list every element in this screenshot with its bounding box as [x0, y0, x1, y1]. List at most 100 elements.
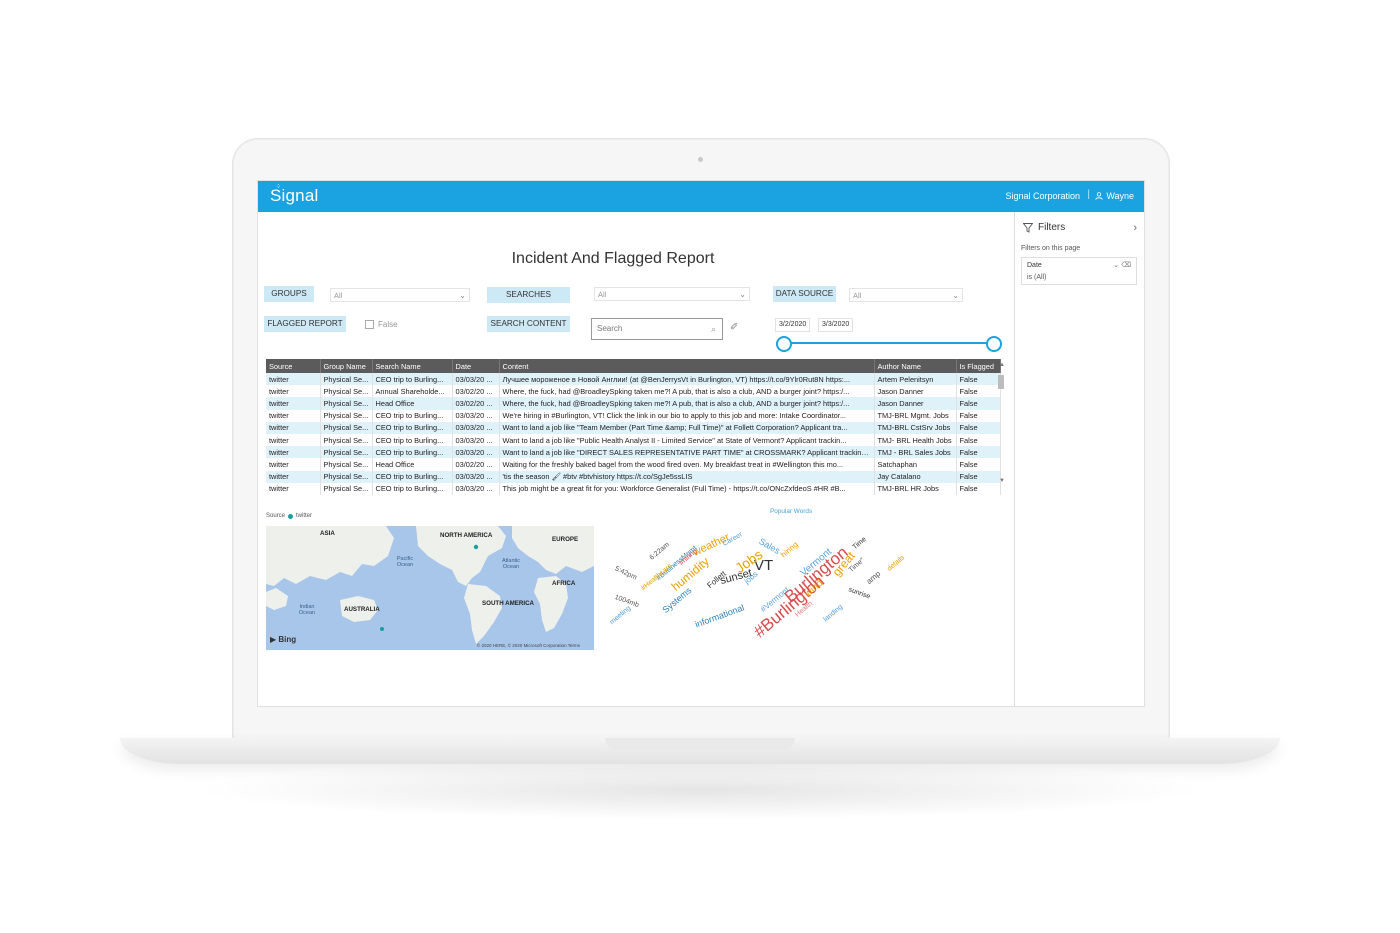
word-cloud-word[interactable]: amp [865, 569, 883, 586]
column-header-author-name[interactable]: Author Name [874, 359, 957, 373]
legend-dot [288, 513, 294, 519]
table-cell: False [956, 409, 1001, 422]
word-cloud-word[interactable]: 6:22am [648, 541, 670, 561]
map-label-pacific: Pacific Ocean [396, 556, 414, 568]
data-source-dropdown[interactable]: All ⌄ [849, 288, 963, 302]
table-row[interactable]: twitter Physical Se... CEO trip to Burling… [266, 446, 1001, 459]
table-row[interactable]: twitter Physical Se... CEO trip to Burling… [266, 373, 1001, 386]
collapse-pane-icon[interactable]: › [1133, 222, 1137, 234]
signal-logo[interactable]: ·:· Signal [270, 183, 318, 206]
map-legend-title: Source [266, 513, 286, 519]
date-slider-start-handle[interactable] [776, 336, 792, 352]
map-legend-item[interactable]: twitter [296, 513, 312, 519]
search-placeholder: Search [597, 324, 623, 333]
word-cloud-word[interactable]: Time [852, 536, 868, 551]
filters-subtitle: Filters on this page [1021, 245, 1081, 252]
table-cell: CEO trip to Burling... [372, 421, 453, 434]
column-header-date[interactable]: Date [452, 359, 500, 373]
filter-funnel-icon [1023, 222, 1033, 233]
table-cell: CEO trip to Burling... [372, 433, 453, 447]
filter-value: is (All) [1027, 274, 1047, 281]
table-cell: False [956, 385, 1001, 398]
table-cell: Satchaphan [874, 458, 957, 471]
table-cell: Physical Se... [320, 421, 373, 434]
incident-table: Source Group Name Search Name Date Conte… [266, 359, 1001, 495]
table-row[interactable]: twitter Physical Se... CEO trip to Burling… [266, 470, 1001, 483]
scroll-up-icon[interactable]: ▲ [999, 362, 1005, 368]
column-header-search-name[interactable]: Search Name [372, 359, 453, 373]
table-row[interactable]: twitter Physical Se... CEO trip to Burling… [266, 409, 1001, 422]
table-cell: TMJ- BRL Health Jobs [874, 433, 957, 447]
table-cell: Physical Se... [320, 482, 373, 495]
table-cell: 03/02/20 ... [452, 385, 500, 398]
search-icon[interactable]: ⌕ [711, 319, 716, 339]
table-row[interactable]: twitter Physical Se... Head Office 03/02/20… [266, 458, 1001, 471]
date-start-input[interactable]: 3/2/2020 [775, 318, 811, 332]
table-cell: TMJ - BRL Sales Jobs [874, 446, 957, 459]
scroll-down-icon[interactable]: ▼ [999, 478, 1005, 484]
table-row[interactable]: twitter Physical Se... CEO trip to Burling… [266, 482, 1001, 495]
word-cloud-word[interactable]: details [886, 554, 906, 572]
filters-header: Filters [1023, 222, 1065, 233]
flagged-checkbox-label: False [378, 320, 398, 329]
chevron-down-icon[interactable]: ⌄ [1113, 262, 1119, 269]
column-header-is-flagged[interactable]: Is Flagged [956, 359, 1001, 373]
table-cell: Physical Se... [320, 470, 373, 483]
data-source-label: DATA SOURCE [773, 286, 836, 302]
word-cloud-word[interactable]: 5:42pm [614, 565, 638, 581]
table-row[interactable]: twitter Physical Se... CEO trip to Burling… [266, 421, 1001, 434]
column-header-content[interactable]: Content [499, 359, 875, 373]
user-menu[interactable]: Wayne [1095, 191, 1134, 201]
table-row[interactable]: twitter Physical Se... Head Office 03/02/20… [266, 397, 1001, 410]
laptop-shadow [190, 760, 1210, 820]
word-cloud-word[interactable]: landing [822, 604, 844, 624]
table-cell: 03/03/20 ... [452, 421, 500, 434]
word-cloud-word[interactable]: #Healthcare [640, 563, 673, 593]
user-name: Wayne [1106, 191, 1134, 201]
report-canvas: Incident And Flagged Report GROUPS All ⌄… [258, 212, 1014, 706]
table-cell: Head Office [372, 458, 453, 471]
table-cell: Physical Se... [320, 458, 373, 471]
organization-name[interactable]: Signal Corporation [1005, 191, 1080, 201]
table-cell: Лучшее мороженое в Новой Англии! (at @Be… [499, 373, 875, 386]
table-cell: twitter [266, 470, 321, 483]
map-copyright[interactable]: © 2020 HERE, © 2020 Microsoft Corporatio… [477, 643, 580, 648]
chevron-down-icon: ⌄ [459, 291, 466, 300]
filter-name: Date [1027, 262, 1042, 269]
table-cell: twitter [266, 421, 321, 434]
searches-label: SEARCHES [487, 287, 570, 303]
date-slider-track[interactable] [782, 342, 994, 344]
search-input[interactable]: Search ⌕ [591, 318, 723, 340]
filter-card-date[interactable]: Date is (All) ⌄ ⌫ [1021, 257, 1137, 285]
logo-signal-icon: ·:· [276, 183, 281, 190]
table-scrollbar[interactable] [998, 375, 1004, 389]
word-cloud-word[interactable]: sunrise [847, 586, 871, 600]
checkbox-box[interactable] [365, 320, 374, 329]
word-cloud-word[interactable]: meeting [609, 605, 633, 626]
date-slider-end-handle[interactable] [986, 336, 1002, 352]
table-cell: False [956, 482, 1001, 495]
flagged-checkbox[interactable]: False [365, 320, 398, 329]
table-cell: Physical Se... [320, 433, 373, 447]
map-label-africa: AFRICA [552, 580, 576, 587]
word-cloud-word[interactable]: hiring [779, 540, 800, 559]
table-cell: 03/02/20 ... [452, 397, 500, 410]
webcam [698, 157, 703, 162]
clear-filter-icon[interactable]: ⌫ [1121, 262, 1131, 269]
table-cell: False [956, 458, 1001, 471]
table-row[interactable]: twitter Physical Se... Annual Shareholde..… [266, 385, 1001, 398]
table-row[interactable]: twitter Physical Se... CEO trip to Burling… [266, 433, 1001, 447]
searches-dropdown[interactable]: All ⌄ [594, 287, 750, 301]
bing-logo: ▶ Bing [270, 635, 297, 644]
table-cell: 03/02/20 ... [452, 458, 500, 471]
date-end-input[interactable]: 3/3/2020 [818, 318, 854, 332]
table-cell: Jay Catalano [874, 470, 957, 483]
world-map[interactable]: ASIA NORTH AMERICA EUROPE Pacific Ocean … [266, 526, 594, 650]
column-header-group-name[interactable]: Group Name [320, 359, 373, 373]
table-cell: Where, the fuck, had @BroadleySpking tak… [499, 397, 875, 410]
column-header-source[interactable]: Source [266, 359, 321, 373]
word-cloud-word[interactable]: informational [694, 603, 746, 630]
eraser-icon[interactable]: ✐ [730, 322, 738, 333]
table-header-row: Source Group Name Search Name Date Conte… [266, 359, 1001, 373]
groups-dropdown[interactable]: All ⌄ [330, 288, 470, 302]
